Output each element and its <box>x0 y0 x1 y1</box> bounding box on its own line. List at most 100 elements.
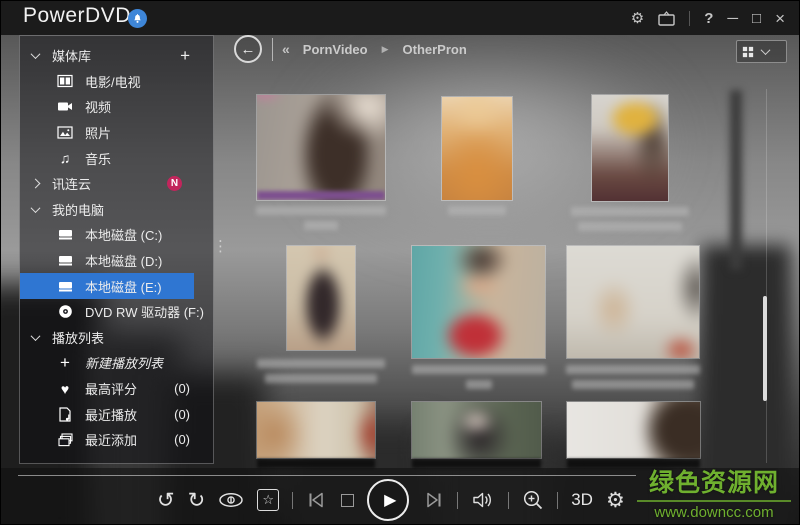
sidebar-item-cyberlink-cloud[interactable]: 讯连云 N <box>20 171 194 197</box>
recently-played-icon <box>57 406 73 422</box>
video-thumbnail[interactable] <box>411 245 546 359</box>
video-thumbnail[interactable] <box>411 401 542 459</box>
rotate-right-icon[interactable]: ↻ <box>188 490 206 511</box>
thumbnail-image <box>411 401 542 459</box>
sidebar-item-media-library[interactable]: 媒体库 + <box>20 43 194 69</box>
drive-icon <box>57 278 73 294</box>
recently-added-icon <box>57 432 73 448</box>
scrollbar-track[interactable] <box>766 89 767 463</box>
sidebar-item-top-rated[interactable]: ♥ 最高评分 (0) <box>20 376 194 402</box>
chevron-down-icon <box>760 45 770 55</box>
watermark-url: www.downcc.com <box>635 504 793 521</box>
new-badge: N <box>167 176 182 191</box>
music-icon: ♫ <box>57 150 73 166</box>
chevron-down-icon <box>31 331 41 341</box>
chevron-down-icon <box>31 49 41 59</box>
play-button[interactable]: ▶ <box>367 479 409 521</box>
settings-gear-icon[interactable]: ⚙ <box>606 490 625 511</box>
tv-mode-icon[interactable] <box>658 11 675 26</box>
sidebar-item-playlists[interactable]: 播放列表 <box>20 325 194 351</box>
heart-icon: ♥ <box>57 381 73 397</box>
back-button[interactable]: ← <box>234 35 262 63</box>
breadcrumb-arrow-icon: ▶ <box>382 44 389 55</box>
sidebar-item-label: 最高评分 <box>85 379 137 398</box>
video-thumbnail[interactable] <box>566 401 701 459</box>
sidebar-item-label: 照片 <box>85 123 111 142</box>
thumbnail-caption <box>571 207 689 231</box>
sidebar-item-drive-d[interactable]: 本地磁盘 (D:) <box>20 248 194 274</box>
sidebar-item-recently-added[interactable]: 最近添加 (0) <box>20 427 194 453</box>
title-bar: PowerDVD ⚙ ? ─ □ × <box>1 1 799 35</box>
breadcrumb-current[interactable]: OtherPron <box>403 42 467 57</box>
thumbnail-caption <box>412 365 546 389</box>
sidebar-resize-handle[interactable]: ⋮ <box>213 239 228 254</box>
skip-next-icon[interactable] <box>422 491 444 509</box>
add-media-icon[interactable]: + <box>180 46 194 66</box>
play-icon: ▶ <box>384 490 396 510</box>
breadcrumb-root[interactable]: PornVideo <box>303 42 368 57</box>
sidebar-item-drive-e[interactable]: 本地磁盘 (E:) <box>20 273 194 299</box>
movie-tv-icon <box>57 73 73 89</box>
thumbnail-caption <box>257 459 375 468</box>
sidebar-item-movies-tv[interactable]: 电影/电视 <box>20 69 194 95</box>
sidebar-item-photos[interactable]: 照片 <box>20 120 194 146</box>
sidebar-item-label: 播放列表 <box>52 328 104 347</box>
notification-bell-icon[interactable] <box>128 9 147 28</box>
titlebar-separator <box>689 11 690 26</box>
3d-mode-button[interactable]: 3D <box>571 490 593 510</box>
chevron-right-icon <box>31 179 41 189</box>
breadcrumb-separator-line <box>272 38 273 61</box>
settings-gear-icon[interactable]: ⚙ <box>631 11 644 26</box>
sidebar-item-my-computer[interactable]: 我的电脑 <box>20 197 194 223</box>
sidebar-item-recently-played[interactable]: 最近播放 (0) <box>20 401 194 427</box>
sidebar-item-label: 媒体库 <box>52 46 91 65</box>
collapse-path-icon[interactable]: « <box>282 41 289 57</box>
minimize-icon[interactable]: ─ <box>727 11 738 26</box>
close-icon[interactable]: × <box>775 10 785 27</box>
video-thumbnail[interactable] <box>566 245 700 359</box>
thumbnail-image <box>566 245 700 359</box>
rate-star-icon[interactable]: ☆ <box>257 489 279 511</box>
toolbar-separator <box>508 492 509 509</box>
video-thumbnail[interactable] <box>256 401 376 459</box>
thumbnail-image <box>591 94 669 202</box>
sidebar-item-label: 新建播放列表 <box>85 353 163 372</box>
view-mode-button[interactable] <box>736 40 787 63</box>
scrollbar-thumb[interactable] <box>763 296 767 401</box>
thumbnail-caption <box>448 206 506 215</box>
stop-icon[interactable] <box>341 494 354 507</box>
sidebar-item-new-playlist[interactable]: + 新建播放列表 <box>20 350 194 376</box>
back-arrow-icon: ← <box>241 41 256 58</box>
sidebar-item-videos[interactable]: 视频 <box>20 94 194 120</box>
sidebar-item-label: 本地磁盘 (D:) <box>85 251 162 270</box>
preview-eye-icon[interactable] <box>218 491 244 509</box>
sidebar-item-label: 最近添加 <box>85 430 137 449</box>
help-icon[interactable]: ? <box>704 11 713 26</box>
video-thumbnail[interactable] <box>441 96 513 201</box>
zoom-in-icon[interactable] <box>522 489 544 511</box>
sidebar-item-music[interactable]: ♫ 音乐 <box>20 145 194 171</box>
photo-icon <box>57 125 73 141</box>
toolbar-separator <box>457 492 458 509</box>
skip-previous-icon[interactable] <box>306 491 328 509</box>
thumbnail-image <box>411 245 546 359</box>
video-thumbnail[interactable] <box>286 245 356 351</box>
rotate-left-icon[interactable]: ↺ <box>157 490 175 511</box>
thumbnail-caption <box>257 359 385 383</box>
drive-icon <box>57 253 73 269</box>
sidebar: 媒体库 + 电影/电视 视频 照片 ♫ 音乐 讯连云 <box>19 35 214 464</box>
sidebar-item-drive-c[interactable]: 本地磁盘 (C:) <box>20 222 194 248</box>
sidebar-item-label: 音乐 <box>85 149 111 168</box>
video-thumbnail[interactable] <box>591 94 669 202</box>
sidebar-item-label: 讯连云 <box>52 174 91 193</box>
maximize-icon[interactable]: □ <box>752 11 761 26</box>
sidebar-item-dvd-drive-f[interactable]: DVD RW 驱动器 (F:) <box>20 299 194 325</box>
watermark-divider <box>637 500 791 502</box>
volume-icon[interactable] <box>471 490 495 510</box>
app-title: PowerDVD <box>23 4 131 28</box>
thumbnail-image <box>286 245 356 351</box>
video-thumbnail[interactable] <box>256 94 386 201</box>
toolbar-separator <box>557 492 558 509</box>
thumbnail-image <box>256 94 386 201</box>
window-controls: ⚙ ? ─ □ × <box>631 1 785 35</box>
